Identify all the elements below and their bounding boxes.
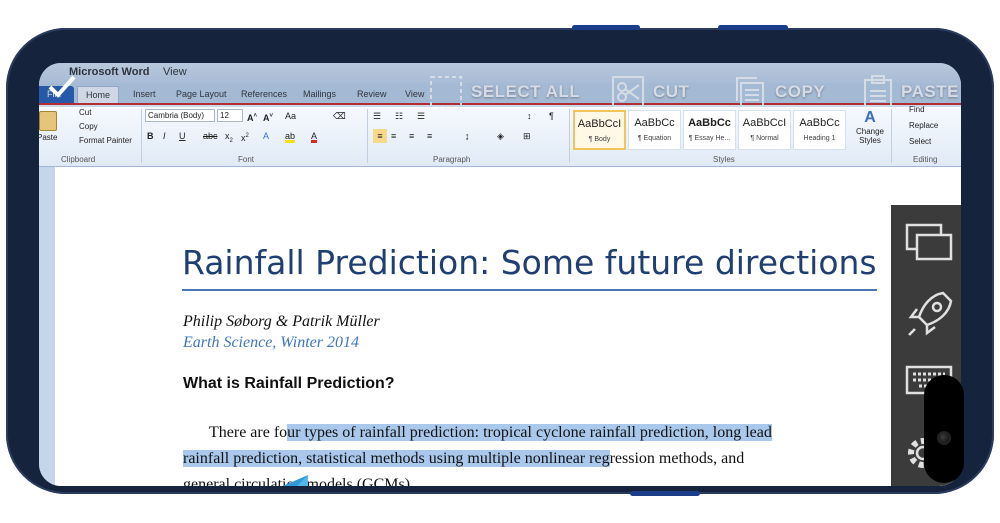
title-underline [182,289,877,291]
clipboard-icon [39,111,57,131]
paragraph-line-2: rainfall prediction, statistical methods… [183,446,883,472]
document-page[interactable]: Rainfall Prediction: Some future directi… [55,167,961,486]
style-name: ¶ Normal [750,135,779,142]
clipboard-group-label: Clipboard [61,155,96,164]
change-styles-icon: A [864,109,876,126]
sort-icon[interactable]: ↕ [527,109,532,123]
style-name: ¶ Equation [637,135,672,142]
style-name: Heading 1 [803,135,836,142]
grow-font-icon[interactable]: A˄ [247,109,257,123]
align-right-button[interactable]: ≡ [409,129,414,143]
line-spacing-icon[interactable]: ↨ [465,129,470,143]
style-sample: AaBbCcI [742,117,787,129]
divider [367,109,368,163]
text-effects-icon[interactable]: A [263,129,269,143]
line-text: There are fo [209,424,288,441]
style-sample: AaBbCc [688,117,731,129]
phone-button-top-right [718,25,788,30]
device-screen: Microsoft Word View File Home Insert Pag… [39,63,961,486]
format-painter-button[interactable]: Format Painter [79,136,132,145]
change-styles-label-2: Styles [859,136,881,145]
style-essay-heading[interactable]: AaBbCc ¶ Essay He... [683,110,736,150]
styles-group-label: Styles [713,155,735,164]
phone-button-bottom [630,491,700,496]
section-heading: What is Rainfall Prediction? [183,375,395,392]
numbering-icon[interactable]: ☷ [395,109,403,123]
paste-button[interactable]: Paste [39,109,59,149]
paragraph-group-label: Paragraph [433,155,471,164]
replace-button[interactable]: Replace [909,121,938,130]
justify-button[interactable]: ≡ [427,129,432,143]
align-left-button[interactable]: ≡ [373,129,387,143]
document-area: Rainfall Prediction: Some future directi… [39,167,961,486]
cut-button[interactable]: Cut [79,108,91,117]
font-size-select[interactable]: 12 [217,109,243,122]
show-marks-icon[interactable]: ¶ [549,109,554,123]
selected-text: rainfall prediction, statistical methods… [183,450,610,467]
selected-text: ur types of rainfall prediction: tropica… [287,424,772,441]
change-styles-label-1: Change [855,127,885,136]
paste-label: Paste [39,133,58,142]
font-color-icon[interactable]: A [311,129,318,143]
align-center-button[interactable]: ≡ [391,129,396,143]
multilevel-list-icon[interactable]: ☰ [417,109,425,123]
style-body[interactable]: AaBbCcI ¶ Body [573,110,626,150]
bold-button[interactable]: B [147,129,154,143]
highlight-icon[interactable]: ab [285,129,296,143]
divider [569,109,570,163]
divider [141,109,142,163]
rocket-icon[interactable] [905,289,955,344]
style-equation[interactable]: AaBbCc ¶ Equation [628,110,681,150]
strikethrough-button[interactable]: abc [203,129,218,143]
selection-action-bar [39,63,961,107]
font-group-label: Font [238,155,255,164]
front-camera [924,375,964,483]
shading-icon[interactable]: ◈ [497,129,504,143]
italic-button[interactable]: I [163,129,166,143]
ribbon: Paste Cut Copy Format Painter Clipboard … [39,105,961,167]
divider [891,109,892,163]
style-name: ¶ Body [588,136,611,143]
select-button[interactable]: Select [909,137,931,146]
editing-group-label: Editing [913,155,938,164]
line-text: ression methods, and [609,450,745,467]
shrink-font-icon[interactable]: A˅ [263,109,273,123]
style-sample: AaBbCc [634,117,675,129]
camera-lens-icon [937,431,951,445]
style-sample: AaBbCcI [577,118,622,130]
style-heading-1[interactable]: AaBbCc Heading 1 [793,110,846,150]
document-authors: Philip Søborg & Patrik Müller [183,313,380,330]
superscript-button[interactable]: x2 [241,129,249,143]
selection-start-handle[interactable] [274,475,310,486]
font-name-select[interactable]: Cambria (Body) [145,109,215,122]
document-title: Rainfall Prediction: Some future directi… [182,243,877,282]
change-styles-button[interactable]: A Change Styles [853,109,887,153]
document-course: Earth Science, Winter 2014 [183,334,359,351]
underline-button[interactable]: U [179,129,186,143]
copy-button[interactable]: Copy [79,122,98,131]
clear-format-icon[interactable]: ⌫ [333,109,346,123]
borders-icon[interactable]: ⊞ [523,129,531,143]
paragraph-line-1: There are four types of rainfall predict… [183,420,883,446]
style-sample: AaBbCc [799,117,840,129]
bullets-icon[interactable]: ☰ [373,109,381,123]
style-name: ¶ Essay He... [688,135,731,142]
phone-button-top-left [572,25,640,30]
windows-icon[interactable] [905,223,955,268]
style-normal[interactable]: AaBbCcI ¶ Normal [738,110,791,150]
change-case-icon[interactable]: Aa [285,109,296,123]
app-window: Microsoft Word View File Home Insert Pag… [39,63,961,486]
subscript-button[interactable]: x2 [225,129,233,144]
done-check-icon[interactable] [47,73,77,104]
